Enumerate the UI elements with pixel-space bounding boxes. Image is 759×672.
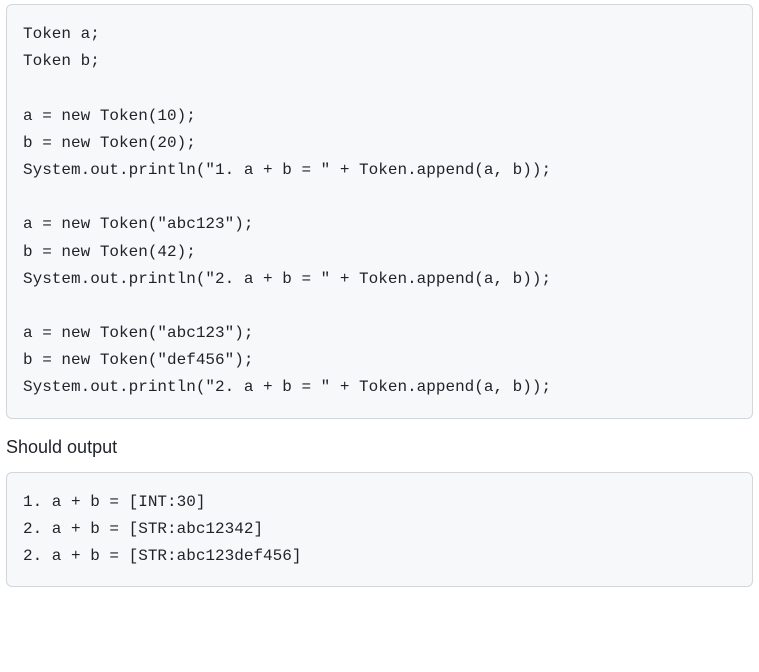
code-block-output: 1. a + b = [INT:30] 2. a + b = [STR:abc1… bbox=[6, 472, 753, 588]
code-block-input: Token a; Token b; a = new Token(10); b =… bbox=[6, 4, 753, 419]
output-label: Should output bbox=[6, 437, 753, 458]
